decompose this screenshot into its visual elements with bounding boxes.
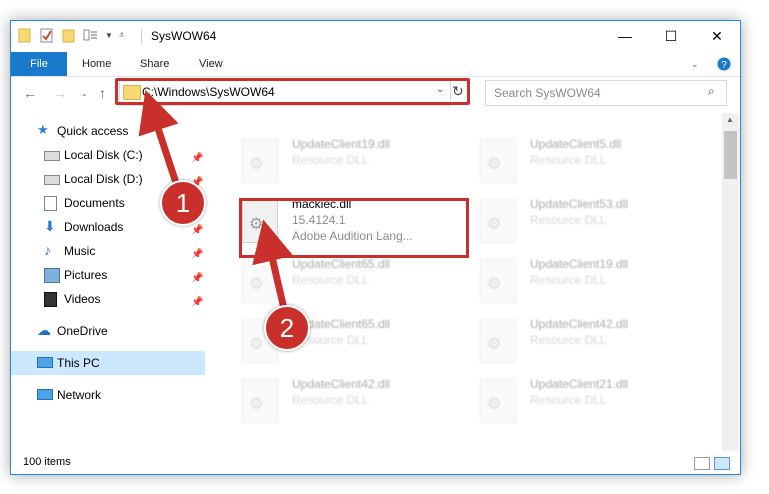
annotation-arrows [138, 90, 294, 314]
arrow-2 [252, 219, 294, 314]
step-1-badge: 1 [160, 180, 206, 226]
step-2-badge: 2 [264, 305, 310, 351]
